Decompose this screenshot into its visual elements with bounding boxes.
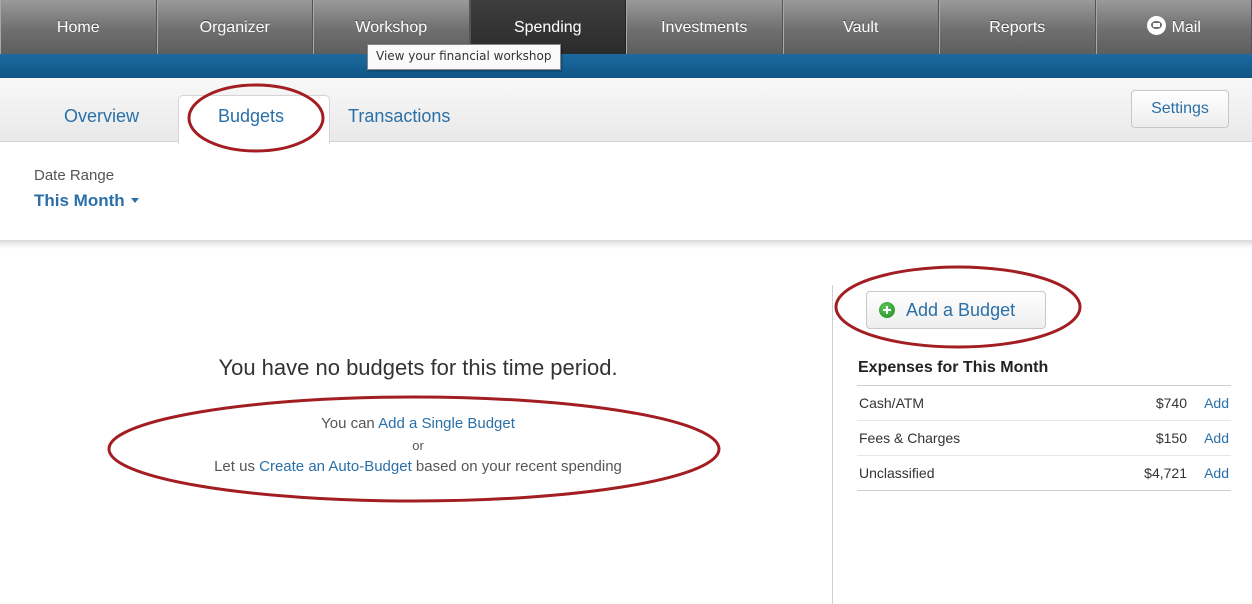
add-budget-button[interactable]: Add a Budget (866, 291, 1046, 329)
expense-row: Fees & Charges $150 Add (857, 421, 1231, 456)
plus-circle-icon (879, 302, 895, 318)
workshop-tooltip: View your financial workshop (367, 44, 561, 70)
tab-overview[interactable]: Overview (64, 106, 139, 127)
expense-name: Fees & Charges (859, 430, 961, 446)
expenses-title: Expenses for This Month (858, 359, 1049, 376)
empty-state-prefix: You can (321, 415, 379, 432)
sidebar-divider (832, 285, 833, 604)
date-range-dropdown[interactable]: This Month (34, 191, 139, 211)
expense-row: Cash/ATM $740 Add (857, 386, 1231, 421)
nav-investments[interactable]: Investments (626, 0, 783, 54)
expenses-list: Cash/ATM $740 Add Fees & Charges $150 Ad… (857, 385, 1231, 491)
mail-icon (1146, 16, 1166, 35)
nav-home[interactable]: Home (0, 0, 157, 54)
expense-add-link[interactable]: Add (1204, 421, 1229, 455)
date-range-value: This Month (34, 191, 125, 210)
main-nav-bar: Home Organizer Workshop Spending Investm… (0, 0, 1252, 54)
nav-mail[interactable]: Mail (1095, 0, 1252, 54)
expense-amount: $740 (1155, 395, 1187, 411)
empty-state-or: or (412, 438, 424, 453)
caret-down-icon (130, 198, 139, 203)
empty-state-suffix: based on your recent spending (411, 458, 622, 475)
expense-name: Unclassified (859, 465, 935, 481)
empty-state-line-auto: Let us Create an Auto-Budget based on yo… (0, 458, 836, 475)
empty-state-line-single: You can Add a Single Budget (0, 415, 836, 432)
nav-organizer[interactable]: Organizer (156, 0, 313, 54)
nav-vault[interactable]: Vault (782, 0, 939, 54)
nav-mail-label: Mail (1171, 19, 1201, 36)
expense-add-link[interactable]: Add (1204, 386, 1229, 420)
settings-button[interactable]: Settings (1131, 90, 1229, 128)
empty-state-prefix-auto: Let us (214, 458, 260, 475)
date-range-label: Date Range (34, 167, 115, 184)
tab-budgets[interactable]: Budgets (218, 106, 284, 127)
expense-row: Unclassified $4,721 Add (857, 456, 1231, 491)
tab-transactions[interactable]: Transactions (348, 106, 450, 127)
expense-add-link[interactable]: Add (1204, 456, 1229, 490)
expense-amount: $4,721 (1144, 465, 1187, 481)
nav-accent-band (0, 54, 1252, 78)
section-tabs: Overview Budgets Transactions Settings (0, 78, 1252, 144)
header-divider (0, 240, 1252, 249)
nav-reports[interactable]: Reports (939, 0, 1096, 54)
expense-name: Cash/ATM (859, 395, 925, 411)
top-navigation: Home Organizer Workshop Spending Investm… (0, 0, 1252, 78)
expense-amount: $150 (1155, 430, 1187, 446)
add-budget-label: Add a Budget (906, 300, 1016, 320)
add-single-budget-link[interactable]: Add a Single Budget (378, 415, 515, 432)
create-auto-budget-link[interactable]: Create an Auto-Budget (259, 458, 412, 475)
empty-state-title: You have no budgets for this time period… (218, 355, 618, 380)
